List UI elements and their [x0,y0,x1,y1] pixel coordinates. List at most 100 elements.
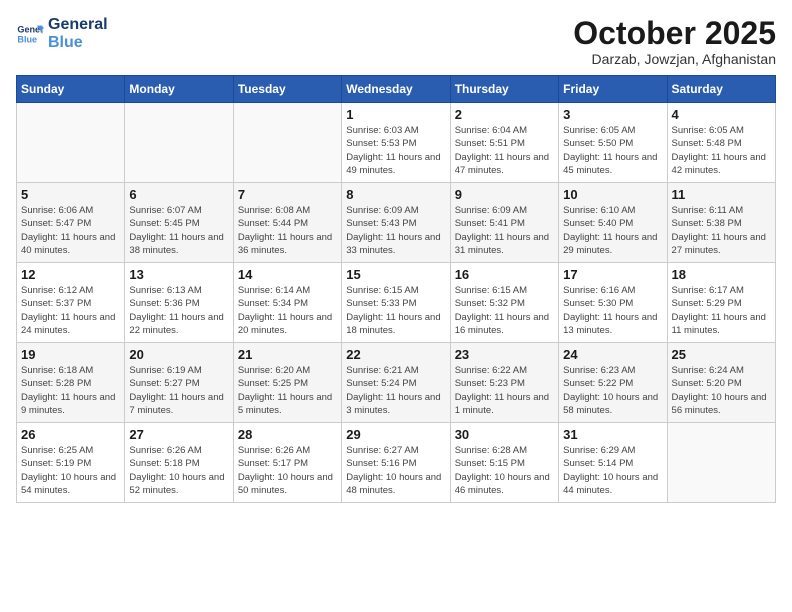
day-number: 3 [563,107,662,122]
daylight-text: Daylight: 10 hours and 52 minutes. [129,472,224,496]
week-row-4: 19 Sunrise: 6:18 AM Sunset: 5:28 PM Dayl… [17,343,776,423]
day-number: 9 [455,187,554,202]
sunrise-text: Sunrise: 6:05 AM [672,125,744,136]
sunset-text: Sunset: 5:32 PM [455,298,525,309]
sunset-text: Sunset: 5:23 PM [455,378,525,389]
day-info: Sunrise: 6:15 AM Sunset: 5:32 PM Dayligh… [455,284,554,337]
day-number: 13 [129,267,228,282]
daylight-text: Daylight: 11 hours and 40 minutes. [21,232,115,256]
day-info: Sunrise: 6:25 AM Sunset: 5:19 PM Dayligh… [21,444,120,497]
sunrise-text: Sunrise: 6:07 AM [129,205,201,216]
calendar-cell: 14 Sunrise: 6:14 AM Sunset: 5:34 PM Dayl… [233,263,341,343]
day-number: 30 [455,427,554,442]
sunrise-text: Sunrise: 6:24 AM [672,365,744,376]
day-info: Sunrise: 6:26 AM Sunset: 5:18 PM Dayligh… [129,444,228,497]
sunrise-text: Sunrise: 6:04 AM [455,125,527,136]
calendar-cell: 13 Sunrise: 6:13 AM Sunset: 5:36 PM Dayl… [125,263,233,343]
day-number: 25 [672,347,771,362]
location: Darzab, Jowzjan, Afghanistan [573,51,776,67]
day-info: Sunrise: 6:09 AM Sunset: 5:41 PM Dayligh… [455,204,554,257]
calendar-cell: 31 Sunrise: 6:29 AM Sunset: 5:14 PM Dayl… [559,423,667,503]
calendar-cell: 12 Sunrise: 6:12 AM Sunset: 5:37 PM Dayl… [17,263,125,343]
sunset-text: Sunset: 5:48 PM [672,138,742,149]
day-number: 4 [672,107,771,122]
sunrise-text: Sunrise: 6:18 AM [21,365,93,376]
day-number: 12 [21,267,120,282]
calendar-cell: 27 Sunrise: 6:26 AM Sunset: 5:18 PM Dayl… [125,423,233,503]
day-info: Sunrise: 6:28 AM Sunset: 5:15 PM Dayligh… [455,444,554,497]
sunrise-text: Sunrise: 6:09 AM [346,205,418,216]
day-info: Sunrise: 6:05 AM Sunset: 5:50 PM Dayligh… [563,124,662,177]
sunrise-text: Sunrise: 6:10 AM [563,205,635,216]
calendar-cell: 19 Sunrise: 6:18 AM Sunset: 5:28 PM Dayl… [17,343,125,423]
day-number: 11 [672,187,771,202]
svg-text:Blue: Blue [17,34,37,44]
daylight-text: Daylight: 11 hours and 13 minutes. [563,312,657,336]
sunrise-text: Sunrise: 6:12 AM [21,285,93,296]
calendar-cell: 17 Sunrise: 6:16 AM Sunset: 5:30 PM Dayl… [559,263,667,343]
sunset-text: Sunset: 5:14 PM [563,458,633,469]
sunset-text: Sunset: 5:53 PM [346,138,416,149]
sunset-text: Sunset: 5:37 PM [21,298,91,309]
day-info: Sunrise: 6:29 AM Sunset: 5:14 PM Dayligh… [563,444,662,497]
sunset-text: Sunset: 5:36 PM [129,298,199,309]
day-info: Sunrise: 6:19 AM Sunset: 5:27 PM Dayligh… [129,364,228,417]
calendar-cell [667,423,775,503]
calendar-cell: 1 Sunrise: 6:03 AM Sunset: 5:53 PM Dayli… [342,103,450,183]
day-info: Sunrise: 6:08 AM Sunset: 5:44 PM Dayligh… [238,204,337,257]
weekday-header-saturday: Saturday [667,76,775,103]
sunset-text: Sunset: 5:27 PM [129,378,199,389]
day-number: 27 [129,427,228,442]
sunset-text: Sunset: 5:24 PM [346,378,416,389]
sunset-text: Sunset: 5:41 PM [455,218,525,229]
day-info: Sunrise: 6:06 AM Sunset: 5:47 PM Dayligh… [21,204,120,257]
sunset-text: Sunset: 5:30 PM [563,298,633,309]
calendar-cell: 26 Sunrise: 6:25 AM Sunset: 5:19 PM Dayl… [17,423,125,503]
day-number: 19 [21,347,120,362]
calendar-cell: 29 Sunrise: 6:27 AM Sunset: 5:16 PM Dayl… [342,423,450,503]
sunset-text: Sunset: 5:19 PM [21,458,91,469]
day-info: Sunrise: 6:16 AM Sunset: 5:30 PM Dayligh… [563,284,662,337]
weekday-header-friday: Friday [559,76,667,103]
sunrise-text: Sunrise: 6:15 AM [346,285,418,296]
calendar-cell: 30 Sunrise: 6:28 AM Sunset: 5:15 PM Dayl… [450,423,558,503]
weekday-header-wednesday: Wednesday [342,76,450,103]
weekday-header-row: SundayMondayTuesdayWednesdayThursdayFrid… [17,76,776,103]
logo-line2: Blue [48,34,108,52]
sunset-text: Sunset: 5:44 PM [238,218,308,229]
sunset-text: Sunset: 5:29 PM [672,298,742,309]
daylight-text: Daylight: 10 hours and 46 minutes. [455,472,550,496]
daylight-text: Daylight: 11 hours and 7 minutes. [129,392,223,416]
day-info: Sunrise: 6:14 AM Sunset: 5:34 PM Dayligh… [238,284,337,337]
day-number: 7 [238,187,337,202]
weekday-header-tuesday: Tuesday [233,76,341,103]
sunset-text: Sunset: 5:38 PM [672,218,742,229]
sunset-text: Sunset: 5:20 PM [672,378,742,389]
day-info: Sunrise: 6:20 AM Sunset: 5:25 PM Dayligh… [238,364,337,417]
title-block: October 2025 Darzab, Jowzjan, Afghanista… [573,16,776,67]
sunset-text: Sunset: 5:51 PM [455,138,525,149]
logo-line1: General [48,16,108,34]
logo: General Blue General Blue [16,16,108,51]
day-info: Sunrise: 6:18 AM Sunset: 5:28 PM Dayligh… [21,364,120,417]
daylight-text: Daylight: 11 hours and 45 minutes. [563,152,657,176]
sunrise-text: Sunrise: 6:26 AM [129,445,201,456]
day-info: Sunrise: 6:10 AM Sunset: 5:40 PM Dayligh… [563,204,662,257]
sunrise-text: Sunrise: 6:19 AM [129,365,201,376]
sunrise-text: Sunrise: 6:13 AM [129,285,201,296]
daylight-text: Daylight: 11 hours and 11 minutes. [672,312,766,336]
day-info: Sunrise: 6:24 AM Sunset: 5:20 PM Dayligh… [672,364,771,417]
calendar-table: SundayMondayTuesdayWednesdayThursdayFrid… [16,75,776,503]
day-info: Sunrise: 6:13 AM Sunset: 5:36 PM Dayligh… [129,284,228,337]
daylight-text: Daylight: 10 hours and 48 minutes. [346,472,441,496]
day-info: Sunrise: 6:12 AM Sunset: 5:37 PM Dayligh… [21,284,120,337]
logo-icon: General Blue [16,20,44,48]
calendar-cell: 21 Sunrise: 6:20 AM Sunset: 5:25 PM Dayl… [233,343,341,423]
sunrise-text: Sunrise: 6:11 AM [672,205,744,216]
calendar-cell: 25 Sunrise: 6:24 AM Sunset: 5:20 PM Dayl… [667,343,775,423]
day-number: 24 [563,347,662,362]
day-info: Sunrise: 6:22 AM Sunset: 5:23 PM Dayligh… [455,364,554,417]
daylight-text: Daylight: 10 hours and 44 minutes. [563,472,658,496]
calendar-cell: 20 Sunrise: 6:19 AM Sunset: 5:27 PM Dayl… [125,343,233,423]
calendar-cell: 18 Sunrise: 6:17 AM Sunset: 5:29 PM Dayl… [667,263,775,343]
